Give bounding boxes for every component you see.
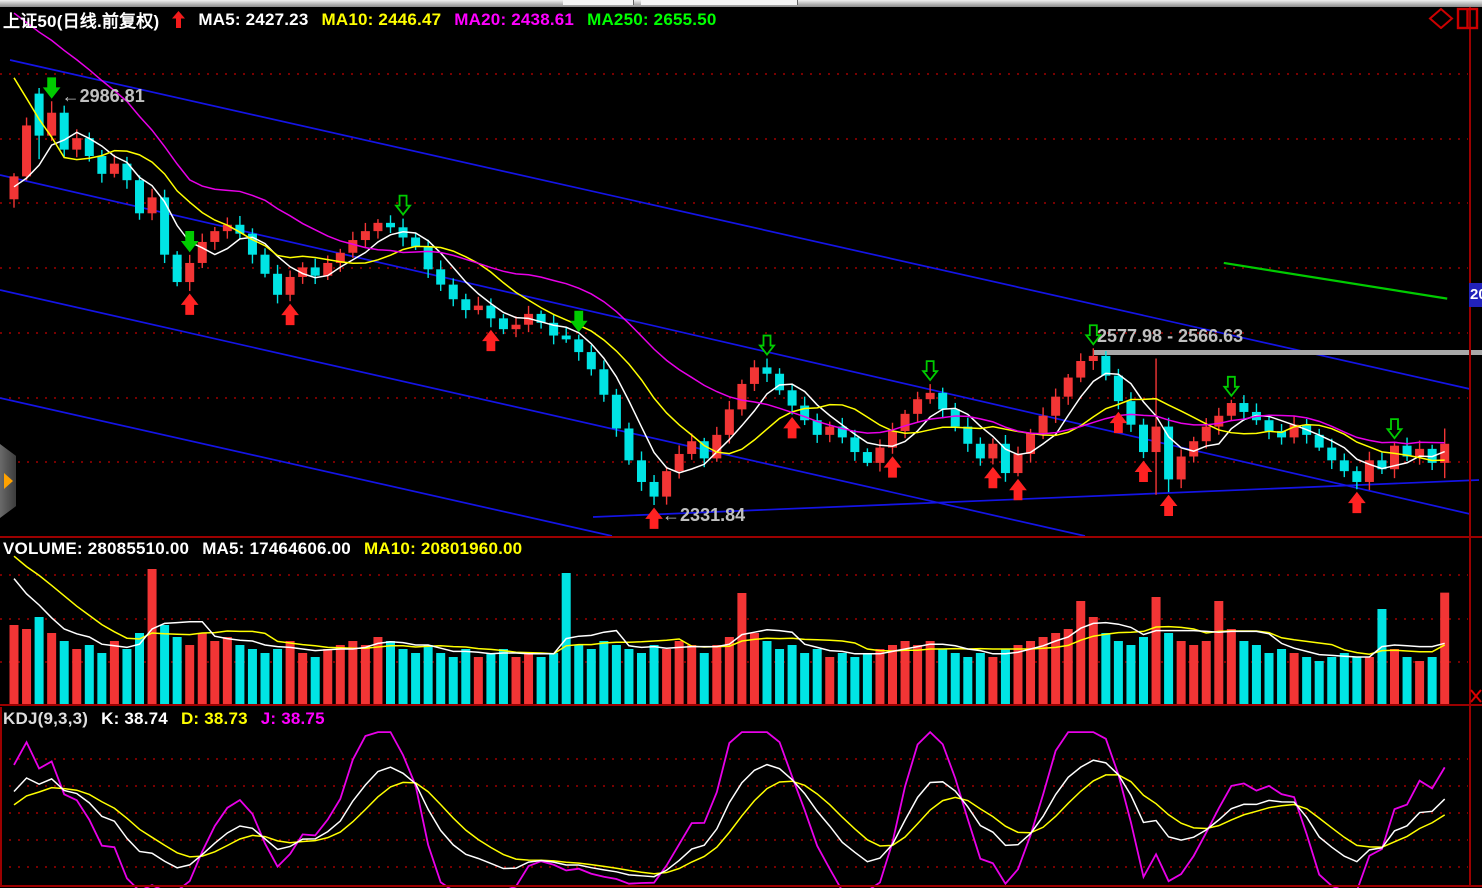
main-pane-header: 上证50(日线.前复权) MA5: 2427.23 MA10: 2446.47 … [3, 7, 717, 32]
buy-up-arrow [1011, 480, 1025, 499]
diamond-icon[interactable] [1428, 8, 1454, 29]
kdj-k-label: K: 38.74 [101, 709, 168, 729]
trend-line [0, 398, 612, 536]
kdj-pane-header: KDJ(9,3,3) K: 38.74 D: 38.73 J: 38.75 [3, 709, 325, 729]
pane-divider[interactable] [0, 704, 1482, 706]
sell-down-arrow [45, 78, 59, 97]
low-price-label: ←2331.84 [662, 505, 745, 525]
buy-up-arrow [986, 468, 1000, 487]
buy-up-arrow [785, 418, 799, 437]
volume-ma5-label: MA5: 17464606.00 [202, 539, 351, 559]
buy-up-arrow [183, 295, 197, 314]
split-pane-icon[interactable] [1456, 7, 1480, 30]
ma5-label: MA5: 2427.23 [198, 10, 308, 30]
sell-down-arrow [1224, 377, 1238, 396]
price-axis-label: 20 [1469, 283, 1482, 307]
sell-down-arrow [1388, 419, 1402, 438]
resistance-bar [1093, 350, 1482, 355]
sidebar-expand-handle[interactable] [0, 444, 16, 518]
buy-up-arrow [886, 458, 900, 477]
volume-pane-header: VOLUME: 28085510.00 MA5: 17464606.00 MA1… [3, 539, 522, 559]
buy-up-arrow [484, 331, 498, 350]
range-price-label: 2577.98 - 2566.63 [1097, 326, 1243, 346]
main-price-chart[interactable]: ←2986.81 ←2331.84 2577.98 - 2566.63 [0, 0, 1482, 537]
buy-up-arrow [1137, 462, 1151, 481]
expand-arrow-icon [4, 473, 13, 489]
tdx-chart-window: 上证50(日线.前复权) MA5: 2427.23 MA10: 2446.47 … [0, 0, 1482, 888]
buy-up-arrow [647, 509, 661, 528]
toolbar-button-edge[interactable] [563, 0, 634, 5]
close-icon[interactable] [1470, 688, 1482, 704]
ma10-label: MA10: 2446.47 [322, 10, 442, 30]
sell-down-arrow [760, 336, 774, 355]
price-axis-line [1469, 7, 1471, 887]
volume-chart[interactable] [0, 537, 1482, 707]
kdj-title: KDJ(9,3,3) [3, 709, 88, 729]
kdj-d-label: D: 38.73 [181, 709, 248, 729]
up-arrow-icon [172, 11, 185, 28]
pane-divider [0, 885, 1482, 887]
kdj-chart[interactable] [0, 707, 1482, 888]
sell-down-arrow [396, 196, 410, 215]
high-price-label: ←2986.81 [62, 86, 145, 106]
buy-up-arrow [1350, 493, 1364, 512]
buy-up-arrow [283, 305, 297, 324]
ma250-label: MA250: 2655.50 [587, 10, 716, 30]
kdj-j-label: J: 38.75 [261, 709, 325, 729]
kdj-k-line [14, 760, 1445, 876]
buy-up-arrow [1162, 496, 1176, 515]
trend-line [0, 175, 1470, 514]
toolbar-button-edge[interactable] [641, 0, 798, 5]
trend-line [10, 60, 1470, 389]
sell-down-arrow [923, 361, 937, 380]
kdj-left-border [0, 707, 2, 887]
volume-value-label: VOLUME: 28085510.00 [3, 539, 189, 559]
pane-divider[interactable] [0, 536, 1482, 538]
trend-line [0, 290, 1085, 536]
volume-ma10-label: MA10: 20801960.00 [364, 539, 522, 559]
ma20-label: MA20: 2438.61 [454, 10, 574, 30]
symbol-title: 上证50(日线.前复权) [3, 7, 159, 32]
